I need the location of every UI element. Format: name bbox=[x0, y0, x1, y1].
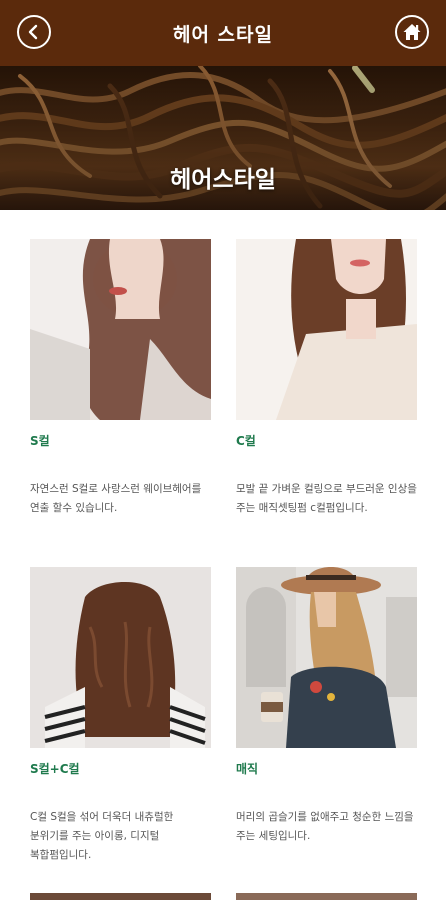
style-card-s-curl[interactable]: S컬 자연스런 S컬로 사랑스런 웨이브헤어를 연출 할수 있습니다. bbox=[30, 239, 211, 573]
style-thumbnail bbox=[30, 239, 211, 420]
home-button[interactable] bbox=[395, 15, 429, 49]
style-description: 머리의 곱슬기를 없애주고 청순한 느낌을 주는 세팅입니다. bbox=[236, 811, 414, 842]
style-description: 자연스런 S컬로 사랑스런 웨이브헤어를 연출 할수 있습니다. bbox=[30, 483, 202, 514]
woman-c-curl-photo bbox=[236, 239, 417, 420]
woman-back-wavy-hair-photo bbox=[30, 567, 211, 748]
style-thumbnail bbox=[30, 567, 211, 748]
style-card-s-c-curl[interactable]: S컬+C컬 C컬 S컬을 섞어 더욱더 내츄럴한 분위기를 주는 아이롱, 디지… bbox=[30, 567, 211, 900]
style-name: C컬 bbox=[236, 434, 256, 448]
next-card-thumbnail-peek[interactable] bbox=[236, 893, 417, 900]
top-app-bar: 헤어 스타일 bbox=[0, 0, 446, 66]
style-name: S컬 bbox=[30, 434, 50, 448]
woman-straight-hair-hat-photo bbox=[236, 567, 417, 748]
style-card-magic[interactable]: 매직 머리의 곱슬기를 없애주고 청순한 느낌을 주는 세팅입니다. bbox=[236, 567, 417, 900]
style-thumbnail bbox=[236, 239, 417, 420]
hero-banner: 헤어스타일 bbox=[0, 66, 446, 210]
woman-wavy-hair-photo bbox=[30, 239, 211, 420]
style-name: 매직 bbox=[236, 762, 259, 776]
home-icon bbox=[403, 24, 421, 40]
style-card-c-curl[interactable]: C컬 모발 끝 가벼운 컬링으로 부드러운 인상을 주는 매직셋팅펌 c컬펌입니… bbox=[236, 239, 417, 573]
hero-title: 헤어스타일 bbox=[170, 167, 276, 193]
page-title: 헤어 스타일 bbox=[172, 24, 273, 46]
style-thumbnail bbox=[236, 567, 417, 748]
style-name: S컬+C컬 bbox=[30, 762, 80, 776]
style-description: C컬 S컬을 섞어 더욱더 내츄럴한 분위기를 주는 아이롱, 디지털 복합펌입… bbox=[30, 811, 174, 861]
style-description: 모발 끝 가벼운 컬링으로 부드러운 인상을 주는 매직셋팅펌 c컬펌입니다. bbox=[236, 483, 417, 514]
next-card-thumbnail-peek[interactable] bbox=[30, 893, 211, 900]
